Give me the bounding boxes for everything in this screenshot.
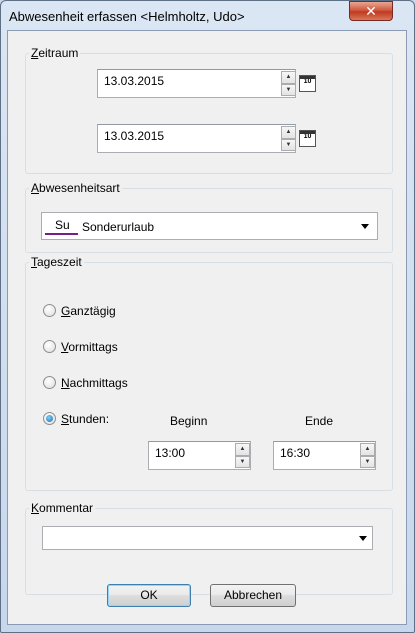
- end-time-up-arrow-icon[interactable]: ▲: [360, 443, 375, 456]
- from-date-field[interactable]: 13.03.2015: [97, 69, 296, 98]
- kommentar-input[interactable]: [42, 526, 373, 550]
- abwesenheitsart-legend: Abwesenheitsart: [31, 181, 120, 195]
- begin-time-down-arrow-icon[interactable]: ▼: [235, 455, 250, 468]
- to-date-up-arrow-icon[interactable]: ▲: [281, 126, 296, 139]
- zeitraum-group: Zeitraum: [25, 46, 393, 174]
- absence-code: Su: [55, 218, 70, 232]
- tageszeit-legend: Tageszeit: [31, 255, 82, 269]
- radio-vormittags[interactable]: [43, 340, 56, 353]
- end-time-down-arrow-icon[interactable]: ▼: [360, 455, 375, 468]
- from-date-up-arrow-icon[interactable]: ▲: [281, 71, 296, 84]
- from-date-stepper[interactable]: ▲ ▼: [281, 71, 296, 96]
- dialog-client-area: Zeitraum 13.03.2015 ▲ ▼ 10 13.03.2015 ▲ …: [7, 30, 407, 625]
- radio-nachmittags-label: Nachmittags: [61, 376, 128, 390]
- begin-time-value: 13:00: [155, 446, 186, 460]
- absence-type-value: Sonderurlaub: [82, 220, 155, 234]
- chevron-down-icon[interactable]: [359, 536, 367, 541]
- begin-label: Beginn: [170, 414, 208, 428]
- to-date-field[interactable]: 13.03.2015: [97, 124, 296, 153]
- end-label: Ende: [305, 414, 334, 428]
- chevron-down-icon[interactable]: [361, 224, 369, 229]
- to-date-down-arrow-icon[interactable]: ▼: [281, 138, 296, 151]
- window-title: Abwesenheit erfassen <Helmholtz, Udo>: [9, 9, 245, 24]
- begin-time-up-arrow-icon[interactable]: ▲: [235, 443, 250, 456]
- ok-button[interactable]: OK: [107, 584, 191, 607]
- from-date-calendar-icon[interactable]: 10: [299, 75, 316, 92]
- radio-vormittags-label: Vormittags: [61, 340, 118, 354]
- from-date-down-arrow-icon[interactable]: ▼: [281, 83, 296, 96]
- end-time-value: 16:30: [280, 446, 311, 460]
- absence-code-underline: [45, 233, 78, 235]
- cancel-button[interactable]: Abbrechen: [210, 584, 296, 607]
- end-time-stepper[interactable]: ▲ ▼: [360, 443, 375, 468]
- title-bar[interactable]: Abwesenheit erfassen <Helmholtz, Udo> ✕: [0, 0, 415, 30]
- to-date-calendar-icon[interactable]: 10: [299, 130, 316, 147]
- close-button[interactable]: ✕: [349, 1, 393, 21]
- radio-ganztaegig-label: Ganztägig: [61, 304, 116, 318]
- abwesenheitsart-select[interactable]: Su Sonderurlaub: [41, 212, 378, 240]
- to-date-value: 13.03.2015: [104, 129, 165, 143]
- radio-stunden-label: Stunden:: [61, 412, 110, 426]
- radio-nachmittags[interactable]: [43, 376, 56, 389]
- close-icon: ✕: [365, 3, 377, 19]
- to-date-stepper[interactable]: ▲ ▼: [281, 126, 296, 151]
- radio-stunden[interactable]: [43, 412, 56, 425]
- radio-ganztaegig[interactable]: [43, 304, 56, 317]
- zeitraum-legend: Zeitraum: [31, 46, 79, 60]
- from-date-value: 13.03.2015: [104, 74, 165, 88]
- begin-time-stepper[interactable]: ▲ ▼: [235, 443, 250, 468]
- kommentar-legend: Kommentar: [31, 501, 94, 515]
